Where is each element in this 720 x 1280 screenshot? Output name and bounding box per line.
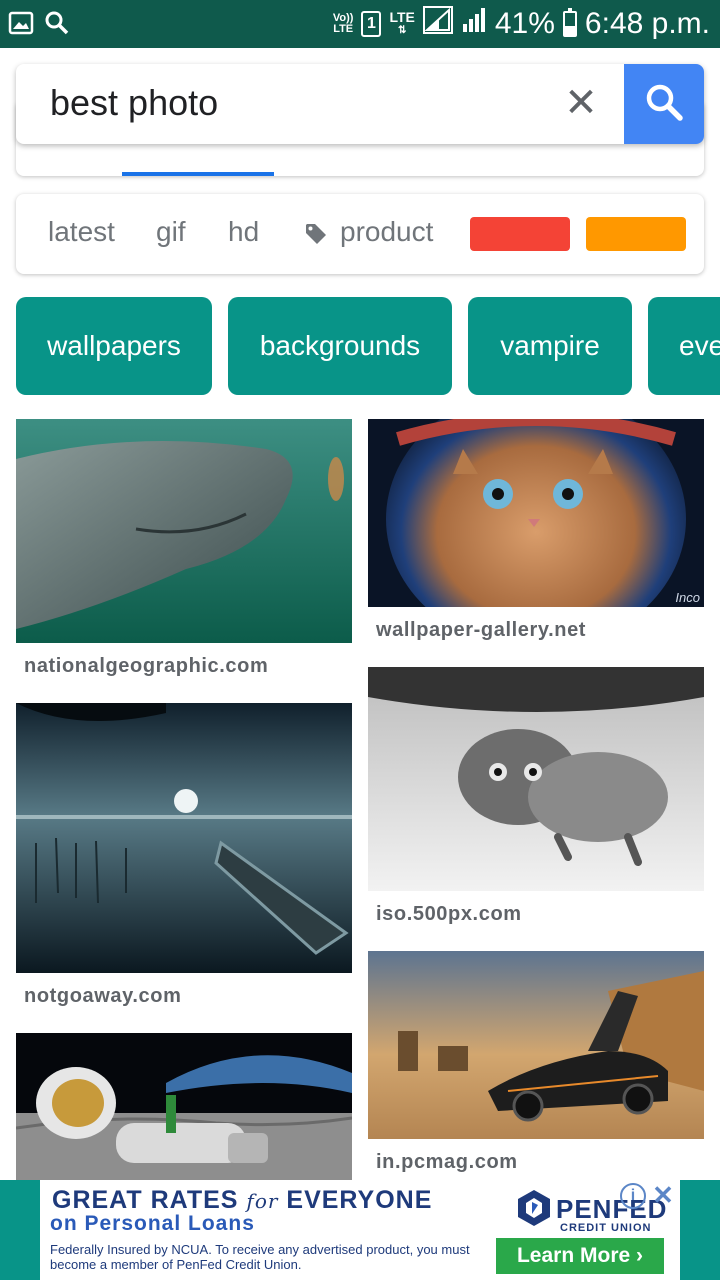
ad-info-icon[interactable]: i <box>620 1183 646 1209</box>
result-source[interactable]: notgoaway.com <box>24 985 181 1008</box>
volte-bottom-label: LTE <box>333 23 354 35</box>
search-bar: best photo ✕ <box>16 64 704 144</box>
ad-controls: i ✕ <box>620 1182 676 1209</box>
chip-vampire[interactable]: vampire <box>468 297 632 395</box>
filter-product[interactable]: product <box>340 216 433 248</box>
result-image-astronaut-cat[interactable]: Inco <box>368 419 704 607</box>
chip-eve[interactable]: eve <box>648 297 720 395</box>
ad-headline-part2: EVERYONE <box>286 1186 433 1214</box>
ad-content[interactable]: GREAT RATES for EVERYONE on Personal Loa… <box>40 1180 680 1280</box>
color-filter-orange[interactable] <box>586 217 686 251</box>
signal-sim2-icon <box>461 6 487 42</box>
filter-bar: latest gif hd product <box>16 194 704 274</box>
battery-percentage: 41% <box>494 7 555 40</box>
result-source[interactable]: wallpaper-gallery.net <box>376 619 586 642</box>
filter-hd[interactable]: hd <box>228 216 259 248</box>
result-source[interactable]: nationalgeographic.com <box>24 655 268 678</box>
search-button[interactable] <box>624 64 704 144</box>
result-image-sports-car[interactable] <box>368 951 704 1139</box>
clock: 6:48 p.m. <box>584 7 710 40</box>
filter-gif[interactable]: gif <box>156 216 186 248</box>
ad-headline-for: for <box>246 1189 279 1213</box>
chip-wallpapers[interactable]: wallpapers <box>16 297 212 395</box>
data-arrows-icon: ⇅ <box>397 25 407 36</box>
sim-indicator: 1 <box>361 11 382 37</box>
result-image-night-lake[interactable] <box>16 703 352 973</box>
gallery-icon <box>8 10 34 41</box>
tag-icon <box>304 222 328 251</box>
chip-label: wallpapers <box>47 330 181 361</box>
ad-subheadline: on Personal Loans <box>50 1212 255 1235</box>
color-filter-red[interactable] <box>470 217 570 251</box>
search-input[interactable]: best photo <box>50 82 218 124</box>
ad-close-icon[interactable]: ✕ <box>650 1182 676 1209</box>
chip-label: vampire <box>500 330 600 361</box>
battery-icon <box>562 8 577 37</box>
signal-sim1-icon <box>422 6 453 42</box>
result-image-flying-cat[interactable] <box>368 667 704 891</box>
ad-headline-part1: GREAT RATES <box>52 1186 239 1214</box>
learn-more-button[interactable]: Learn More › <box>496 1238 664 1274</box>
result-source[interactable]: iso.500px.com <box>376 903 522 926</box>
search-notification-icon <box>44 10 70 41</box>
active-tab-indicator <box>122 172 274 176</box>
clear-search-button[interactable]: ✕ <box>560 82 602 124</box>
chip-label: backgrounds <box>259 330 421 361</box>
chip-backgrounds[interactable]: backgrounds <box>228 297 452 395</box>
penfed-logo: PENFED CREDIT UNION <box>514 1188 666 1234</box>
volte-indicator: Vo)) LTE <box>333 13 354 35</box>
chip-label: eve <box>679 330 720 361</box>
lte-indicator: LTE ⇅ <box>389 10 414 38</box>
result-source[interactable]: in.pcmag.com <box>376 1151 518 1174</box>
ad-disclaimer: Federally Insured by NCUA. To receive an… <box>50 1242 470 1272</box>
result-image-whale[interactable] <box>16 419 352 643</box>
close-icon: ✕ <box>564 81 598 125</box>
image-watermark: Inco <box>675 590 700 605</box>
result-image-astronaut-moon[interactable] <box>16 1033 352 1180</box>
filter-latest[interactable]: latest <box>48 216 115 248</box>
search-icon <box>644 82 684 127</box>
status-bar: Vo)) LTE 1 LTE ⇅ 41% 6:48 p.m. <box>0 0 720 48</box>
ad-brand-sub: CREDIT UNION <box>560 1222 652 1234</box>
ad-headline: GREAT RATES for EVERYONE <box>52 1186 432 1215</box>
ad-banner[interactable]: GREAT RATES for EVERYONE on Personal Loa… <box>0 1180 720 1280</box>
network-label: LTE <box>389 9 415 25</box>
